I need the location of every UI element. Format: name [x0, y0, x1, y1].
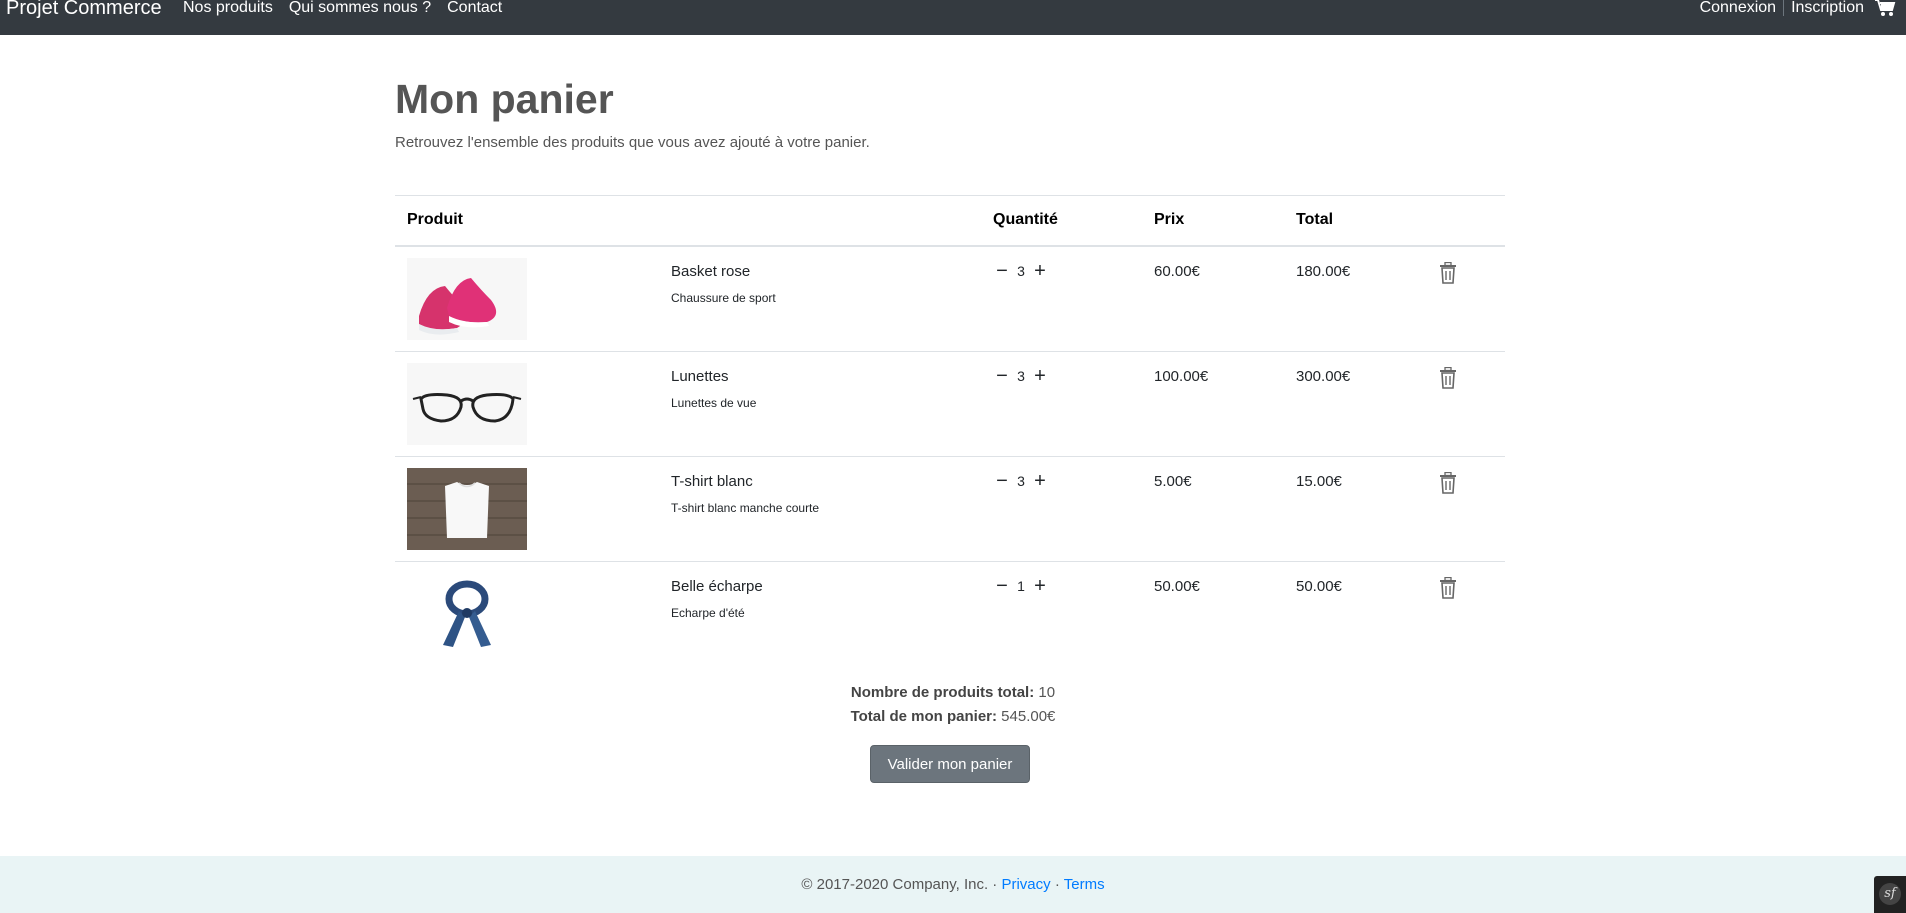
product-description: T-shirt blanc manche courte	[671, 501, 820, 515]
table-row: Belle écharpe Echarpe d'été − 1 + 50.00€…	[395, 562, 1505, 666]
increase-quantity-button[interactable]: +	[1031, 261, 1049, 281]
quantity-value: 1	[1017, 578, 1025, 594]
table-row: Basket rose Chaussure de sport − 3 + 60.…	[395, 247, 1505, 352]
cart-total-summary: Total de mon panier: 545.00€	[0, 708, 1906, 725]
decrease-quantity-button[interactable]: −	[993, 471, 1011, 491]
product-image-pink-sneakers	[407, 258, 527, 340]
product-name: Basket rose	[671, 263, 751, 280]
line-total: 15.00€	[1296, 473, 1342, 490]
unit-price: 50.00€	[1154, 578, 1200, 595]
line-total: 180.00€	[1296, 263, 1351, 280]
cart-icon[interactable]	[1874, 0, 1896, 18]
unit-price: 100.00€	[1154, 368, 1209, 385]
quantity-stepper: − 3 +	[993, 471, 1049, 491]
line-total: 50.00€	[1296, 578, 1342, 595]
symfony-toolbar-badge[interactable]: sf	[1874, 876, 1906, 913]
product-name: T-shirt blanc	[671, 473, 753, 490]
quantity-stepper: − 1 +	[993, 576, 1049, 596]
footer-dot: ·	[1054, 876, 1060, 893]
user-nav: Connexion Inscription	[1700, 0, 1864, 17]
cart-total-value: 545.00€	[1001, 708, 1056, 725]
product-image-glasses	[407, 363, 527, 445]
cart-table: Produit Quantité Prix Total Basket rose …	[395, 195, 1505, 666]
product-image-scarf	[407, 573, 527, 655]
product-name: Lunettes	[671, 368, 729, 385]
header-quantity: Quantité	[993, 211, 1058, 228]
cart-total-label: Total de mon panier:	[850, 708, 997, 725]
nav-link-about[interactable]: Qui sommes nous ?	[289, 0, 431, 17]
privacy-link[interactable]: Privacy	[1001, 876, 1050, 893]
validate-cart-button[interactable]: Valider mon panier	[870, 745, 1030, 783]
increase-quantity-button[interactable]: +	[1031, 366, 1049, 386]
footer-copyright: © 2017-2020 Company, Inc. ·	[801, 876, 998, 893]
register-link[interactable]: Inscription	[1791, 0, 1864, 17]
page-title: Mon panier	[395, 76, 614, 122]
terms-link[interactable]: Terms	[1064, 876, 1105, 893]
trash-icon[interactable]	[1439, 577, 1457, 599]
product-name: Belle écharpe	[671, 578, 763, 595]
table-row: T-shirt blanc T-shirt blanc manche court…	[395, 457, 1505, 562]
top-navbar: Projet Commerce Nos produits Qui sommes …	[0, 0, 1906, 35]
increase-quantity-button[interactable]: +	[1031, 471, 1049, 491]
trash-icon[interactable]	[1439, 472, 1457, 494]
table-header: Produit Quantité Prix Total	[395, 195, 1505, 247]
product-description: Chaussure de sport	[671, 291, 776, 305]
header-price: Prix	[1154, 211, 1185, 228]
trash-icon[interactable]	[1439, 367, 1457, 389]
main-nav: Nos produits Qui sommes nous ? Contact	[183, 0, 502, 17]
total-items-value: 10	[1038, 684, 1056, 701]
nav-separator	[1783, 0, 1785, 16]
page-subtitle: Retrouvez l'ensemble des produits que vo…	[395, 134, 870, 151]
header-total: Total	[1296, 211, 1334, 228]
table-row: Lunettes Lunettes de vue − 3 + 100.00€ 3…	[395, 352, 1505, 457]
quantity-value: 3	[1017, 368, 1025, 384]
quantity-stepper: − 3 +	[993, 261, 1049, 281]
quantity-value: 3	[1017, 263, 1025, 279]
product-description: Lunettes de vue	[671, 396, 757, 410]
decrease-quantity-button[interactable]: −	[993, 366, 1011, 386]
decrease-quantity-button[interactable]: −	[993, 261, 1011, 281]
increase-quantity-button[interactable]: +	[1031, 576, 1049, 596]
line-total: 300.00€	[1296, 368, 1351, 385]
footer: © 2017-2020 Company, Inc. · Privacy · Te…	[0, 856, 1906, 913]
total-items-summary: Nombre de produits total: 10	[0, 684, 1906, 701]
brand-link[interactable]: Projet Commerce	[6, 0, 162, 20]
quantity-stepper: − 3 +	[993, 366, 1049, 386]
product-description: Echarpe d'été	[671, 606, 745, 620]
quantity-value: 3	[1017, 473, 1025, 489]
total-items-label: Nombre de produits total:	[850, 684, 1035, 701]
symfony-logo-icon: sf	[1879, 883, 1901, 905]
nav-link-contact[interactable]: Contact	[447, 0, 502, 17]
unit-price: 5.00€	[1154, 473, 1192, 490]
login-link[interactable]: Connexion	[1700, 0, 1777, 17]
nav-link-products[interactable]: Nos produits	[183, 0, 273, 17]
trash-icon[interactable]	[1439, 262, 1457, 284]
header-product: Produit	[407, 211, 463, 228]
decrease-quantity-button[interactable]: −	[993, 576, 1011, 596]
unit-price: 60.00€	[1154, 263, 1200, 280]
product-image-white-tshirt	[407, 468, 527, 550]
